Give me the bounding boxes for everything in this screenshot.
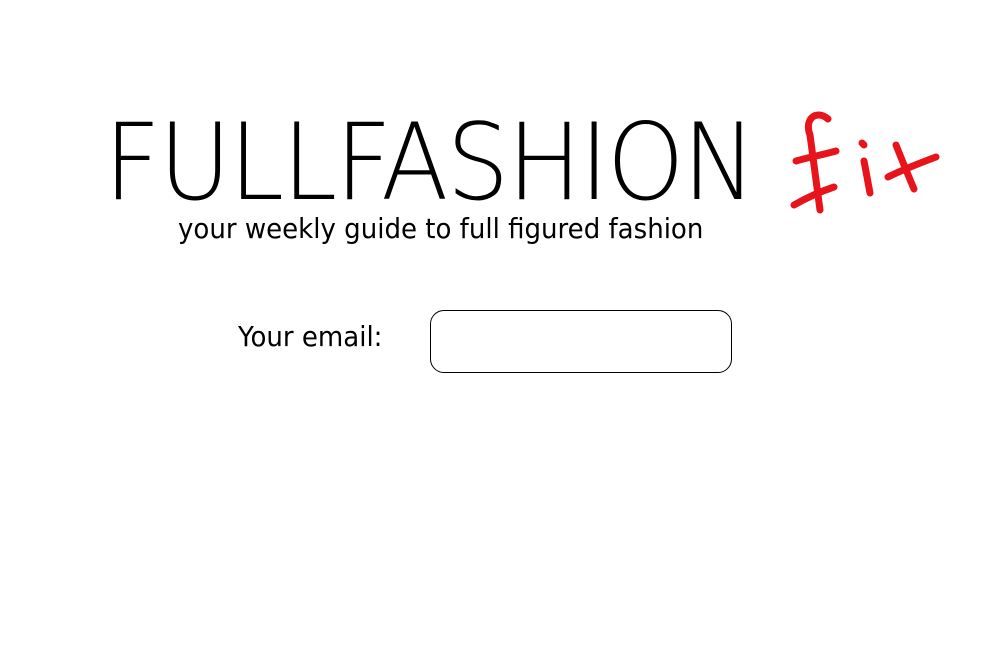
page: FULLFASHION your weekly guide to full fi…	[0, 0, 1000, 667]
logo-wordmark: FULLFASHION	[104, 101, 756, 224]
logo-accent-drawing	[790, 111, 940, 214]
tagline: your weekly guide to full figured fashio…	[178, 212, 704, 245]
email-field[interactable]	[430, 310, 732, 373]
logo: FULLFASHION your weekly guide to full fi…	[0, 0, 1000, 260]
logo-accent-fix	[790, 105, 950, 230]
email-label: Your email:	[238, 320, 383, 353]
